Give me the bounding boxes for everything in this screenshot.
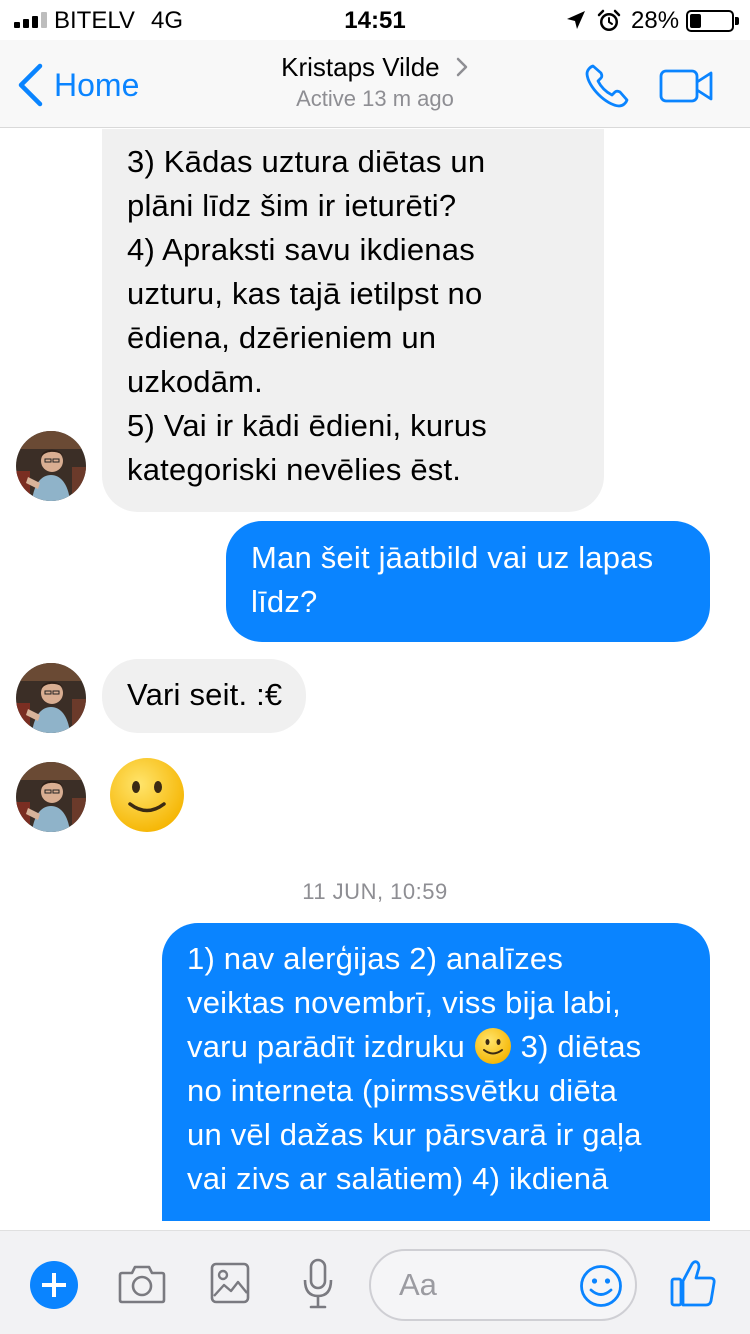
incoming-message[interactable]: Vari seit. :€ <box>102 659 307 733</box>
thumbs-up-icon[interactable] <box>670 1259 716 1307</box>
incoming-message[interactable]: 3) Kādas uztura diētas un plāni līdz šim… <box>102 129 604 512</box>
message-text: 3) diētas <box>520 1029 642 1064</box>
contact-name-text: Kristaps Vilde <box>281 52 440 82</box>
message-list[interactable]: 3) Kādas uztura diētas un plāni līdz šim… <box>0 129 750 1230</box>
slightly-smiling-face-emoji-icon[interactable] <box>108 756 186 834</box>
message-line: ēdiena, dzērieniem un <box>127 320 437 355</box>
plus-icon[interactable] <box>30 1261 78 1309</box>
message-line: līdz? <box>251 584 318 619</box>
contact-avatar-photo <box>16 663 86 733</box>
message-line: 1) nav alerģijas 2) analīzes <box>187 941 564 976</box>
message-line: 4) Apraksti savu ikdienas <box>127 232 475 267</box>
message-line: uzkodām. <box>127 364 263 399</box>
contact-avatar-photo <box>16 431 86 501</box>
image-icon[interactable] <box>210 1262 250 1304</box>
contact-name[interactable]: Kristaps Vilde <box>0 52 750 83</box>
message-composer <box>0 1230 750 1334</box>
message-line-with-emoji: varu parādīt izdruku 3) diētas <box>187 1025 686 1069</box>
message-line: no interneta (pirmssvētku diēta <box>187 1073 618 1108</box>
camera-icon[interactable] <box>118 1264 166 1304</box>
battery-icon <box>686 10 739 32</box>
outgoing-message[interactable]: Man šeit jāatbild vai uz lapas līdz? <box>226 521 710 642</box>
message-line: vai zivs ar salātiem) 4) ikdienā <box>187 1161 609 1196</box>
message-line: un vēl dažas kur pārsvarā ir gaļa <box>187 1117 642 1152</box>
avatar[interactable] <box>16 762 86 832</box>
contact-active-status: Active 13 m ago <box>296 86 454 111</box>
message-line: plāni līdz šim ir ieturēti? <box>127 188 457 223</box>
message-line: 3) Kādas uztura diētas un <box>127 144 486 179</box>
contact-avatar-photo <box>16 762 86 832</box>
message-input[interactable] <box>399 1265 569 1305</box>
status-bar: BITELV 4G 14:51 28% <box>0 0 750 40</box>
conversation-timestamp: 11 JUN, 10:59 <box>302 879 448 904</box>
avatar[interactable] <box>16 431 86 501</box>
conversation-header: Home Kristaps Vilde Active 13 m ago <box>0 40 750 128</box>
message-line: Man šeit jāatbild vai uz lapas <box>251 540 654 575</box>
smiley-icon[interactable] <box>579 1264 623 1308</box>
message-line: veiktas novembrī, viss bija labi, <box>187 985 621 1020</box>
microphone-icon[interactable] <box>302 1258 334 1310</box>
video-camera-icon[interactable] <box>659 69 713 103</box>
outgoing-message[interactable]: 1) nav alerģijas 2) analīzes veiktas nov… <box>162 923 710 1221</box>
message-line: uzturu, kas tajā ietilpst no <box>127 276 483 311</box>
message-line: kategoriski nevēlies ēst. <box>127 452 462 487</box>
message-text: varu parādīt izdruku <box>187 1029 465 1064</box>
battery-percent: 28% <box>631 7 680 34</box>
message-input-box[interactable] <box>369 1249 637 1321</box>
avatar[interactable] <box>16 663 86 733</box>
chevron-right-icon <box>456 57 468 77</box>
battery-level-fill <box>690 14 701 28</box>
message-line: 5) Vai ir kādi ēdieni, kurus <box>127 408 487 443</box>
alarm-clock-icon <box>597 9 621 31</box>
slightly-smiling-face-emoji-icon <box>474 1028 511 1064</box>
message-text: Vari seit. :€ <box>127 677 283 712</box>
phone-icon[interactable] <box>584 63 630 109</box>
location-arrow-icon <box>567 11 585 29</box>
